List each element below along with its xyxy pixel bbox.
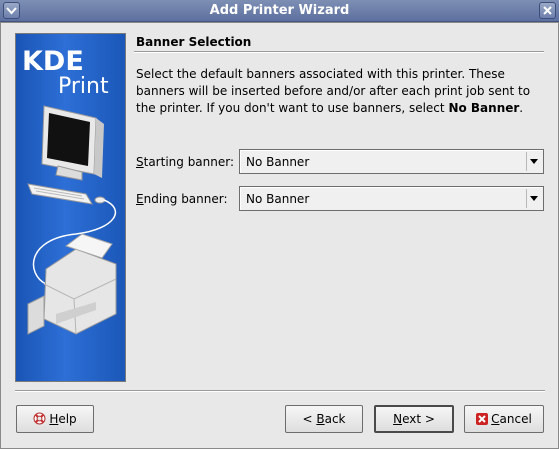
window-title: Add Printer Wizard bbox=[209, 3, 350, 18]
help-label: elp bbox=[58, 412, 77, 426]
next-mnemonic: N bbox=[393, 412, 403, 426]
description-end: . bbox=[519, 101, 524, 115]
ending-banner-select[interactable]: No Banner bbox=[239, 186, 544, 211]
cancel-mnemonic: C bbox=[491, 412, 500, 426]
starting-banner-select[interactable]: No Banner bbox=[239, 149, 544, 174]
chevron-down-icon bbox=[530, 196, 538, 201]
help-button[interactable]: Help bbox=[16, 405, 94, 433]
next-button[interactable]: Next > bbox=[374, 405, 454, 433]
ending-banner-mnemonic: E bbox=[136, 192, 144, 206]
window-close-button[interactable] bbox=[539, 2, 556, 19]
cancel-x-icon bbox=[476, 412, 489, 425]
close-icon bbox=[543, 6, 552, 15]
page-title: Banner Selection bbox=[136, 35, 252, 49]
starting-banner-dropdown-button[interactable] bbox=[526, 152, 541, 171]
back-button[interactable]: < Back bbox=[285, 405, 363, 433]
back-label: ack bbox=[324, 412, 346, 426]
ending-banner-value: No Banner bbox=[246, 192, 310, 206]
ending-banner-label: Ending banner: bbox=[136, 192, 228, 206]
back-mnemonic: B bbox=[316, 412, 325, 426]
starting-banner-label: Starting banner: bbox=[136, 155, 234, 169]
title-bar: Add Printer Wizard bbox=[0, 0, 559, 22]
starting-banner-label-text: tarting banner: bbox=[143, 155, 235, 169]
cancel-button[interactable]: Cancel bbox=[464, 405, 544, 433]
chevron-down-icon bbox=[530, 159, 538, 164]
description-text: Select the default banners associated wi… bbox=[136, 66, 546, 117]
ending-banner-dropdown-button[interactable] bbox=[526, 189, 541, 208]
help-mnemonic: H bbox=[49, 412, 59, 426]
back-prefix: < bbox=[302, 412, 317, 426]
starting-banner-value: No Banner bbox=[246, 155, 310, 169]
starting-banner-mnemonic: S bbox=[136, 155, 144, 169]
help-lifebuoy-icon bbox=[33, 412, 46, 425]
button-divider bbox=[15, 390, 545, 392]
ending-banner-label-text: nding banner: bbox=[143, 192, 228, 206]
wizard-side-image: KDE Print bbox=[15, 33, 126, 382]
title-divider bbox=[134, 51, 544, 53]
description-emphasis: No Banner bbox=[448, 101, 520, 115]
cancel-label: ancel bbox=[499, 412, 532, 426]
computer-printer-icon bbox=[27, 105, 117, 335]
next-label: ext > bbox=[402, 412, 435, 426]
